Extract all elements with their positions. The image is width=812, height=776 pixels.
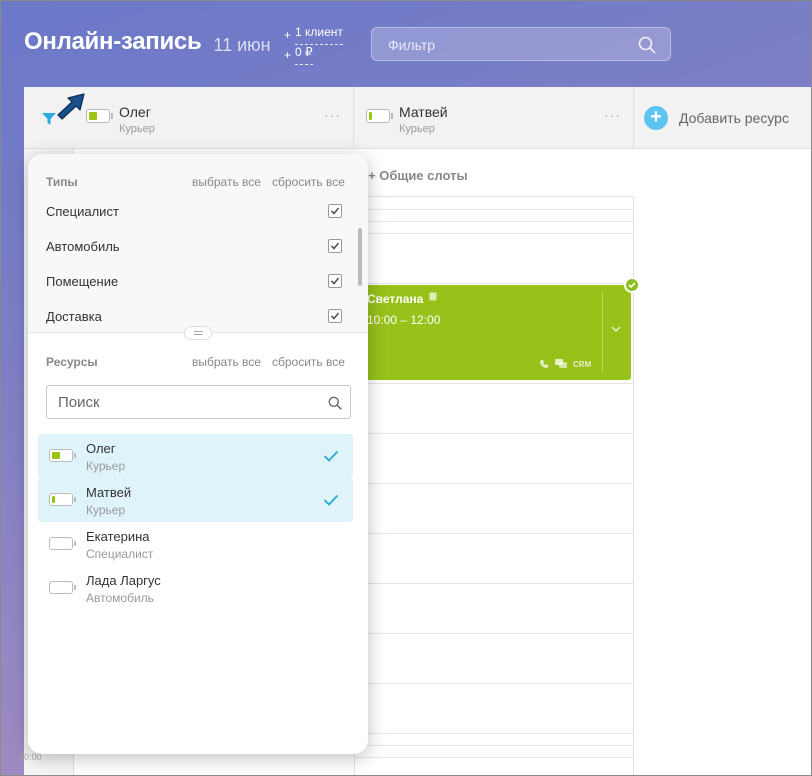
resource-name: Матвей (399, 104, 448, 120)
resource-search-field[interactable] (46, 385, 351, 419)
resources-title: Ресурсы (46, 355, 98, 369)
filter-input[interactable]: Фильтр (371, 27, 671, 61)
event-time: 10:00 – 12:00 (367, 313, 441, 327)
types-title: Типы (46, 175, 78, 189)
arrow-pointer-icon (57, 93, 85, 120)
types-reset-all-link[interactable]: сбросить все (272, 175, 345, 189)
chat-icon[interactable] (555, 359, 567, 369)
grid-line (354, 583, 634, 584)
battery-icon (366, 109, 393, 123)
resource-header: Олег Курьер ··· Матвей Курьер ··· + Доба… (24, 87, 812, 149)
current-date[interactable]: 11 июн (213, 35, 270, 56)
grid-line (354, 433, 634, 434)
resources-reset-all-link[interactable]: сбросить все (272, 355, 345, 369)
types-section: Типы выбрать все сбросить все Специалист… (28, 154, 368, 333)
battery-fill (52, 452, 60, 459)
grid-line (354, 633, 634, 634)
resource-list-item[interactable]: Олег Курьер (38, 434, 353, 478)
type-row[interactable]: Специалист (46, 200, 342, 224)
resource-list-item[interactable]: Екатерина Специалист (38, 522, 353, 566)
checkbox[interactable] (328, 204, 342, 218)
battery-icon (49, 537, 76, 550)
resource-list-item[interactable]: Лада Ларгус Автомобиль (38, 566, 353, 610)
resource-name: Олег (119, 104, 151, 120)
search-icon[interactable] (328, 396, 342, 410)
checkbox[interactable] (328, 274, 342, 288)
resize-handle[interactable] (184, 326, 212, 340)
shared-slots-button[interactable]: + Общие слоты (368, 168, 468, 183)
grid-line (354, 757, 634, 758)
event-confirmed-icon (624, 277, 640, 293)
add-resource-button[interactable]: + Добавить ресурс (644, 106, 789, 130)
battery-fill (369, 112, 372, 120)
phone-icon[interactable] (539, 359, 549, 369)
plus-icon: + (644, 106, 668, 130)
more-icon[interactable]: ··· (604, 107, 621, 123)
type-row[interactable]: Помещение (46, 270, 342, 294)
grid-line (354, 383, 634, 384)
booking-stats: + 1 клиент + 0 ₽ (284, 25, 343, 65)
resource-role: Курьер (399, 123, 435, 135)
grid-line (354, 745, 634, 746)
resources-select-all-link[interactable]: выбрать все (192, 355, 261, 369)
filter-popup: Типы выбрать все сбросить все Специалист… (28, 154, 368, 754)
resource-list-item[interactable]: Матвей Курьер (38, 478, 353, 522)
resource-search-input[interactable] (47, 386, 317, 418)
page-title: Онлайн-запись (24, 28, 202, 55)
grid-line (354, 533, 634, 534)
grid-line (354, 233, 634, 234)
checkmark-icon (323, 450, 339, 462)
battery-fill (52, 496, 55, 503)
type-row[interactable]: Автомобиль (46, 235, 342, 259)
battery-icon (49, 449, 76, 462)
search-icon[interactable] (638, 36, 656, 54)
grid-line (354, 483, 634, 484)
filter-icon[interactable] (42, 113, 56, 125)
event-divider (602, 291, 603, 373)
crm-label[interactable]: CRM (573, 360, 591, 369)
stat-revenue[interactable]: + 0 ₽ (284, 45, 343, 65)
add-resource-label: Добавить ресурс (679, 110, 789, 126)
resource-role: Курьер (119, 123, 155, 135)
grid-line (354, 221, 634, 222)
chevron-down-icon[interactable] (611, 325, 621, 333)
types-select-all-link[interactable]: выбрать все (192, 175, 261, 189)
checkmark-icon (323, 494, 339, 506)
note-icon (429, 292, 437, 301)
grid-line (354, 733, 634, 734)
battery-icon (49, 581, 76, 594)
checkbox[interactable] (328, 309, 342, 323)
shared-slots-row: + Общие слоты (354, 149, 634, 197)
resource-column-matvey[interactable]: Матвей Курьер ··· (354, 87, 634, 149)
battery-icon (49, 493, 76, 506)
more-icon[interactable]: ··· (324, 107, 341, 123)
filter-placeholder: Фильтр (388, 37, 436, 53)
checkbox[interactable] (328, 239, 342, 253)
grid-line (354, 683, 634, 684)
page-header: Онлайн-запись 11 июн (24, 28, 271, 68)
event-client-name: Светлана (367, 292, 437, 306)
stat-clients[interactable]: + 1 клиент (284, 25, 343, 45)
grid-line (354, 283, 634, 284)
booking-event[interactable]: Светлана 10:00 – 12:00 CRM (355, 285, 631, 380)
resource-column-oleg[interactable]: Олег Курьер ··· (74, 87, 354, 149)
event-icons: CRM (539, 359, 591, 369)
types-scrollbar[interactable] (358, 228, 362, 286)
grid-line (354, 209, 634, 210)
